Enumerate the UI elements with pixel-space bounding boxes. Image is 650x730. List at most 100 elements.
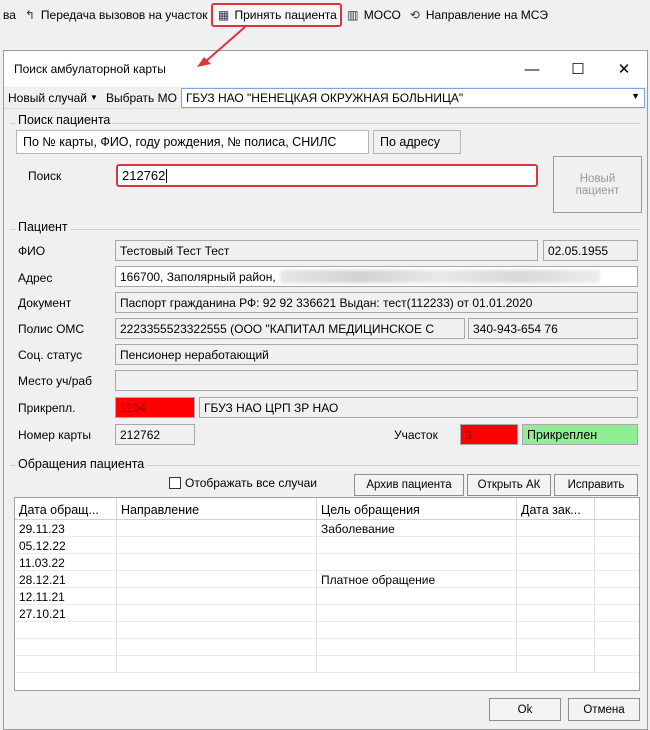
main-toolbar: ва ↰ Передача вызовов на участок ▦ Приня… bbox=[0, 0, 650, 30]
attachment-label: Прикрепл. bbox=[18, 401, 76, 415]
table-cell-date: 12.11.21 bbox=[15, 588, 117, 604]
table-cell-direction bbox=[117, 656, 317, 672]
visits-table-body: 29.11.23 Заболевание 05.12.22 11.03.22 28.12… bbox=[15, 520, 639, 673]
policy-value: 2223355523322555 (ООО "КАПИТАЛ МЕДИЦИНСК… bbox=[120, 321, 435, 336]
patient-card-icon: ▦ bbox=[217, 8, 230, 22]
table-cell-close bbox=[517, 520, 595, 536]
column-header-close-date[interactable]: Дата зак... bbox=[517, 498, 595, 519]
column-header-direction[interactable]: Направление bbox=[117, 498, 317, 519]
workplace-field bbox=[115, 370, 638, 391]
moso-button[interactable]: ▥ МОСО bbox=[342, 3, 404, 27]
table-row[interactable]: 28.12.21 Платное обращение bbox=[15, 571, 639, 588]
table-row[interactable] bbox=[15, 656, 639, 673]
snils-value: 340-943-654 76 bbox=[473, 321, 558, 336]
birthdate-field: 02.05.1955 bbox=[543, 240, 638, 261]
maximize-button[interactable]: ☐ bbox=[555, 51, 601, 87]
minimize-button[interactable]: — bbox=[509, 51, 555, 87]
dialog-topbar: Новый случай ▼ Выбрать МО ГБУЗ НАО "НЕНЕ… bbox=[4, 87, 647, 109]
snils-field: 340-943-654 76 bbox=[468, 318, 638, 339]
attachment-org-field: ГБУЗ НАО ЦРП ЗР НАО bbox=[199, 397, 638, 418]
document-field: Паспорт гражданина РФ: 92 92 336621 Выда… bbox=[115, 292, 638, 313]
district-field: 3 bbox=[460, 424, 518, 445]
table-cell-close bbox=[517, 588, 595, 604]
search-input-value: 212762 bbox=[122, 168, 166, 183]
table-cell-close bbox=[517, 554, 595, 570]
edit-button[interactable]: Исправить bbox=[554, 474, 638, 496]
patient-archive-button[interactable]: Архив пациента bbox=[354, 474, 464, 496]
fio-label: ФИО bbox=[18, 244, 46, 258]
call-transfer-button[interactable]: ↰ Передача вызовов на участок bbox=[19, 3, 211, 27]
mse-referral-label: Направление на МСЭ bbox=[425, 8, 548, 22]
column-header-goal[interactable]: Цель обращения bbox=[317, 498, 517, 519]
show-all-cases-checkbox[interactable]: Отображать все случаи bbox=[169, 476, 317, 490]
table-row[interactable]: 11.03.22 bbox=[15, 554, 639, 571]
cancel-label: Отмена bbox=[583, 703, 625, 716]
table-cell-date bbox=[15, 639, 117, 655]
select-mo-button[interactable]: Выбрать МО bbox=[102, 91, 181, 105]
table-row[interactable] bbox=[15, 622, 639, 639]
search-label: Поиск bbox=[28, 169, 62, 183]
address-field: 166700, Заполярный район, bbox=[115, 266, 638, 287]
table-cell-direction bbox=[117, 588, 317, 604]
chevron-down-icon[interactable]: ▼ bbox=[631, 91, 640, 101]
toolbar-item-label: ва bbox=[3, 8, 16, 22]
table-cell-date bbox=[15, 622, 117, 638]
mo-combobox[interactable]: ГБУЗ НАО "НЕНЕЦКАЯ ОКРУЖНАЯ БОЛЬНИЦА" ▼ bbox=[180, 87, 645, 108]
open-card-label: Открыть АК bbox=[477, 479, 541, 491]
select-mo-label: Выбрать МО bbox=[105, 90, 177, 105]
visits-table[interactable]: Дата обращ... Направление Цель обращения… bbox=[14, 497, 640, 691]
accept-patient-button[interactable]: ▦ Принять пациента bbox=[210, 3, 342, 27]
district-label: Участок bbox=[394, 428, 438, 442]
table-row[interactable]: 12.11.21 bbox=[15, 588, 639, 605]
table-cell-close bbox=[517, 605, 595, 621]
card-number-label: Номер карты bbox=[18, 428, 91, 442]
column-header-date[interactable]: Дата обращ... bbox=[15, 498, 117, 519]
toolbar-item-truncated[interactable]: ва bbox=[0, 3, 19, 27]
dropdown-arrow-icon: ▼ bbox=[90, 93, 98, 102]
moso-label: МОСО bbox=[363, 8, 401, 22]
ok-button[interactable]: Ok bbox=[489, 698, 561, 721]
new-case-label: Новый случай bbox=[8, 90, 88, 105]
open-card-button[interactable]: Открыть АК bbox=[467, 474, 551, 496]
table-row[interactable] bbox=[15, 639, 639, 656]
mo-value: ГБУЗ НАО "НЕНЕЦКАЯ ОКРУЖНАЯ БОЛЬНИЦА" bbox=[185, 90, 464, 105]
table-cell-goal bbox=[317, 605, 517, 621]
table-cell-date: 05.12.22 bbox=[15, 537, 117, 553]
refresh-arrows-icon: ⟲ bbox=[409, 8, 420, 22]
table-cell-direction bbox=[117, 554, 317, 570]
patient-group-line bbox=[10, 229, 640, 230]
social-status-label: Соц. статус bbox=[18, 348, 83, 362]
search-input[interactable]: 212762 bbox=[116, 164, 538, 187]
table-row[interactable]: 05.12.22 bbox=[15, 537, 639, 554]
tab-search-by-card-label: По № карты, ФИО, году рождения, № полиса… bbox=[23, 135, 337, 149]
close-button[interactable]: ✕ bbox=[601, 51, 647, 87]
new-case-dropdown[interactable]: Новый случай ▼ bbox=[4, 91, 102, 105]
cancel-button[interactable]: Отмена bbox=[568, 698, 640, 721]
table-cell-goal bbox=[317, 656, 517, 672]
tab-search-by-card[interactable]: По № карты, ФИО, году рождения, № полиса… bbox=[16, 130, 369, 154]
attachment-status-value: Прикреплен bbox=[527, 427, 598, 442]
table-row[interactable]: 27.10.21 bbox=[15, 605, 639, 622]
new-patient-button[interactable]: Новый пациент bbox=[553, 156, 642, 213]
table-cell-direction bbox=[117, 605, 317, 621]
phone-transfer-icon: ↰ bbox=[24, 8, 35, 22]
table-cell-close bbox=[517, 656, 595, 672]
search-section-title: Поиск пациента bbox=[16, 113, 113, 127]
tab-search-by-address[interactable]: По адресу bbox=[373, 130, 461, 154]
fio-field: Тестовый Тест Тест bbox=[115, 240, 538, 261]
mse-referral-button[interactable]: ⟲ Направление на МСЭ bbox=[404, 3, 551, 27]
attachment-code-field: 1104 bbox=[115, 397, 195, 418]
card-number-field: 212762 bbox=[115, 424, 195, 445]
table-cell-date bbox=[15, 656, 117, 672]
card-number-value: 212762 bbox=[120, 427, 161, 442]
table-cell-goal bbox=[317, 622, 517, 638]
table-row[interactable]: 29.11.23 Заболевание bbox=[15, 520, 639, 537]
accept-patient-label: Принять пациента bbox=[234, 8, 337, 22]
table-cell-date: 27.10.21 bbox=[15, 605, 117, 621]
visits-table-header: Дата обращ... Направление Цель обращения… bbox=[15, 498, 639, 520]
patient-archive-label: Архив пациента bbox=[366, 479, 452, 491]
table-cell-direction bbox=[117, 520, 317, 536]
fio-value: Тестовый Тест Тест bbox=[120, 243, 230, 258]
dialog-titlebar: Поиск амбулаторной карты — ☐ ✕ bbox=[4, 51, 647, 87]
checkbox-box[interactable] bbox=[169, 477, 181, 489]
